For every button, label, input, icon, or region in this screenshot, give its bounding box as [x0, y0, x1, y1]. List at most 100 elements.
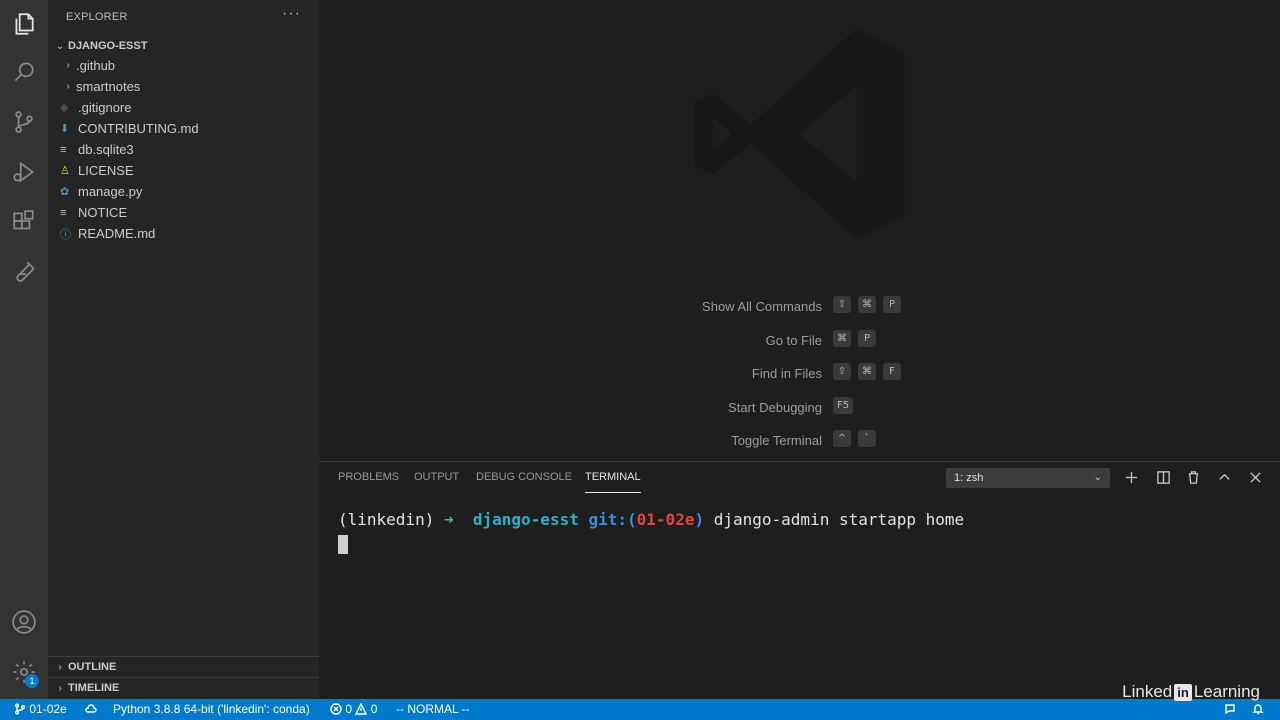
account-icon[interactable] — [0, 598, 48, 646]
chevron-right-icon: › — [66, 60, 70, 71]
hint-label: Go to File — [765, 333, 822, 348]
status-errors-count: 0 — [345, 702, 353, 716]
tree-file-contributing[interactable]: ⬇ CONTRIBUTING.md — [48, 118, 319, 139]
workspace-folder-name: DJANGO-ESST — [68, 40, 148, 52]
tree-file-gitignore[interactable]: ◆ .gitignore — [48, 97, 319, 118]
lines-icon: ≡ — [60, 206, 67, 219]
more-actions-icon[interactable]: ··· — [282, 5, 301, 23]
timeline-section[interactable]: › TIMELINE — [48, 677, 319, 698]
status-notifications[interactable] — [1252, 702, 1264, 716]
tree-item-label: manage.py — [78, 184, 143, 199]
terminal-cursor — [338, 535, 348, 554]
status-sync[interactable] — [85, 702, 97, 716]
terminal-branch: 01-02e — [636, 510, 695, 529]
tree-item-label: db.sqlite3 — [78, 142, 134, 157]
extensions-icon[interactable] — [0, 198, 48, 246]
source-control-icon[interactable] — [0, 98, 48, 146]
chevron-right-icon: › — [58, 682, 62, 694]
hint-label: Show All Commands — [702, 299, 822, 314]
key-command: ⌘ — [858, 363, 876, 380]
terminal-git-label: git:( — [588, 510, 637, 529]
new-terminal-button[interactable] — [1120, 466, 1142, 488]
tree-item-label: README.md — [78, 226, 156, 241]
chevron-down-icon: ⌄ — [55, 40, 65, 52]
key-f5: F5 — [833, 397, 854, 414]
tab-terminal[interactable]: TERMINAL — [585, 471, 641, 493]
linkedin-learning-watermark: Linked in Learning — [1122, 682, 1260, 702]
brand-right: Learning — [1193, 682, 1260, 701]
python-icon: ✿ — [60, 186, 70, 198]
tab-problems[interactable]: PROBLEMS — [338, 471, 399, 493]
status-branch[interactable]: 01-02e — [14, 702, 67, 716]
key-p: P — [858, 330, 876, 347]
tree-folder-smartnotes[interactable]: › smartnotes — [48, 76, 319, 97]
terminal-output[interactable]: (linkedin) ➜ django-esst git:(01-02e) dj… — [338, 510, 964, 529]
kill-terminal-button[interactable] — [1182, 466, 1204, 488]
warning-icon — [355, 702, 368, 715]
brand-left: Linked — [1122, 682, 1173, 701]
tree-file-notice[interactable]: ≡ NOTICE — [48, 202, 319, 223]
editor-area: Show All Commands ⇧ ⌘ P Go to File ⌘ P F… — [319, 0, 1280, 461]
close-icon — [1249, 471, 1261, 483]
lines-icon: ≡ — [60, 143, 67, 156]
tree-item-label: .gitignore — [78, 100, 132, 115]
markdown-download-icon: ⬇ — [60, 123, 70, 135]
close-panel-button[interactable] — [1244, 466, 1266, 488]
chevron-up-icon — [1218, 473, 1230, 480]
tree-item-label: .github — [76, 58, 116, 73]
sidebar-title: EXPLORER — [66, 11, 128, 23]
status-bar: 01-02e Python 3.8.8 64-bit ('linkedin': … — [0, 682, 1280, 720]
tree-file-manage[interactable]: ✿ manage.py — [48, 181, 319, 202]
tree-folder-github[interactable]: › .github — [48, 55, 319, 76]
run-debug-icon[interactable] — [0, 148, 48, 196]
terminal-dir: django-esst — [472, 510, 579, 529]
hint-label: Start Debugging — [728, 400, 822, 415]
tree-item-label: LICENSE — [78, 163, 134, 178]
tree-item-label: CONTRIBUTING.md — [78, 121, 199, 136]
cloud-sync-icon — [85, 704, 97, 713]
settings-gear-icon[interactable]: 1 — [0, 648, 48, 696]
activity-bar: 1 — [0, 0, 48, 699]
tree-file-readme[interactable]: ⓘ README.md — [48, 223, 319, 244]
bottom-panel: PROBLEMS OUTPUT DEBUG CONSOLE TERMINAL 1… — [319, 461, 1280, 699]
settings-badge: 1 — [25, 674, 39, 688]
status-python-interpreter[interactable]: Python 3.8.8 64-bit ('linkedin': conda) — [113, 702, 310, 716]
tab-debug-console[interactable]: DEBUG CONSOLE — [476, 471, 572, 493]
chevron-right-icon: › — [66, 81, 70, 92]
status-feedback[interactable] — [1224, 702, 1236, 716]
tree-item-label: smartnotes — [76, 79, 141, 94]
explorer-icon[interactable] — [0, 0, 48, 48]
status-problems[interactable]: 0 0 — [330, 702, 377, 716]
terminal-env: (linkedin) — [338, 510, 435, 529]
chevron-right-icon: › — [58, 661, 62, 673]
terminal-select[interactable]: 1: zsh ⌄ — [946, 468, 1110, 488]
split-icon — [1156, 470, 1170, 484]
key-backtick: ` — [858, 430, 876, 447]
split-terminal-button[interactable] — [1152, 466, 1174, 488]
outline-section-label: OUTLINE — [68, 661, 117, 673]
workspace-folder[interactable]: ⌄ DJANGO-ESST — [48, 36, 319, 56]
key-p: P — [883, 296, 901, 313]
hint-start-debugging: Start Debugging F5 — [319, 397, 1280, 419]
hint-label: Toggle Terminal — [731, 433, 822, 448]
key-control: ^ — [833, 430, 851, 447]
outline-section[interactable]: › OUTLINE — [48, 656, 319, 677]
testing-icon[interactable] — [0, 248, 48, 296]
error-icon — [330, 703, 342, 715]
search-icon[interactable] — [0, 48, 48, 96]
status-branch-label: 01-02e — [29, 702, 67, 716]
key-shift: ⇧ — [833, 296, 851, 313]
tree-file-license[interactable]: ♙ LICENSE — [48, 160, 319, 181]
maximize-panel-button[interactable] — [1213, 466, 1235, 488]
hint-toggle-terminal: Toggle Terminal ^ ` — [319, 430, 1280, 452]
hint-show-all-commands: Show All Commands ⇧ ⌘ P — [319, 296, 1280, 318]
key-command: ⌘ — [833, 330, 851, 347]
vscode-logo-watermark-icon — [693, 28, 905, 240]
plus-icon — [1125, 471, 1137, 483]
hint-find-in-files: Find in Files ⇧ ⌘ F — [319, 363, 1280, 385]
tab-output[interactable]: OUTPUT — [414, 471, 459, 493]
terminal-select-value: 1: zsh — [954, 472, 984, 484]
key-f: F — [883, 363, 901, 380]
terminal-prompt-arrow: ➜ — [443, 510, 454, 529]
tree-file-db[interactable]: ≡ db.sqlite3 — [48, 139, 319, 160]
